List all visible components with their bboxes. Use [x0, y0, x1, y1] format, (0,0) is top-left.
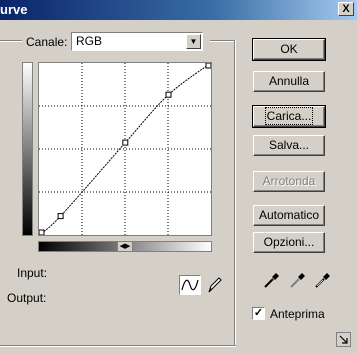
white-eyedropper-icon[interactable] [313, 270, 333, 290]
eyedropper-white-svg [315, 273, 330, 288]
curve-control-point[interactable] [205, 63, 211, 69]
cancel-button[interactable]: Annulla [253, 71, 325, 92]
group-border-top-right [210, 40, 235, 42]
resize-grip-icon[interactable] [336, 332, 351, 347]
checkmark-icon: ✓ [253, 307, 264, 319]
save-label: Salva... [268, 138, 310, 152]
gray-eyedropper-icon[interactable] [288, 270, 308, 290]
preview-checkbox[interactable]: ✓ [252, 307, 265, 320]
smooth-button[interactable]: Arrotonda [253, 171, 325, 192]
curve-control-point[interactable] [57, 213, 64, 220]
input-label: Input: [17, 266, 48, 280]
close-icon: X [342, 3, 350, 15]
options-button[interactable]: Opzioni... [253, 232, 325, 253]
window-title: urve [0, 2, 28, 17]
eyedropper-gray-svg [290, 273, 305, 288]
preview-label: Anteprima [270, 307, 325, 321]
cancel-label: Annulla [268, 74, 310, 88]
curve-control-point[interactable] [122, 139, 129, 146]
pencil-icon [208, 277, 222, 293]
tone-curve [39, 63, 211, 235]
close-button[interactable]: X [338, 2, 354, 16]
curve-control-points [39, 63, 211, 235]
title-bar: urve X [0, 0, 357, 20]
curve-graph[interactable] [38, 62, 212, 236]
curve-tool-icon [181, 279, 199, 291]
pencil-tool-button[interactable] [204, 275, 224, 295]
auto-label: Automatico [258, 208, 320, 222]
output-label: Output: [7, 291, 47, 305]
curve-control-point[interactable] [39, 229, 45, 235]
load-button[interactable]: Carica... [252, 105, 326, 128]
curve-tool-button[interactable] [179, 275, 201, 295]
curve-grid [39, 63, 211, 235]
channel-label: Canale: [26, 35, 68, 49]
load-label: Carica... [264, 107, 314, 125]
channel-select[interactable]: RGB ▼ [71, 32, 203, 51]
curve-svg[interactable] [39, 63, 211, 235]
eyedropper-black-svg [264, 273, 279, 288]
ok-button[interactable]: OK [252, 38, 326, 61]
group-border-top-left [0, 40, 22, 42]
options-label: Opzioni... [263, 235, 315, 249]
output-gradient-bar [22, 62, 33, 236]
gradient-toggle-icon[interactable]: ◀▶ [117, 241, 133, 252]
group-border-right [234, 40, 236, 346]
save-button[interactable]: Salva... [253, 135, 325, 156]
black-eyedropper-icon[interactable] [262, 270, 282, 290]
smooth-label: Arrotonda [262, 174, 316, 188]
ok-label: OK [280, 42, 298, 56]
curve-control-point[interactable] [165, 91, 172, 98]
group-border-bottom [0, 345, 236, 347]
chevron-down-icon[interactable]: ▼ [186, 34, 201, 49]
channel-value: RGB [76, 34, 103, 48]
auto-button[interactable]: Automatico [253, 205, 325, 226]
